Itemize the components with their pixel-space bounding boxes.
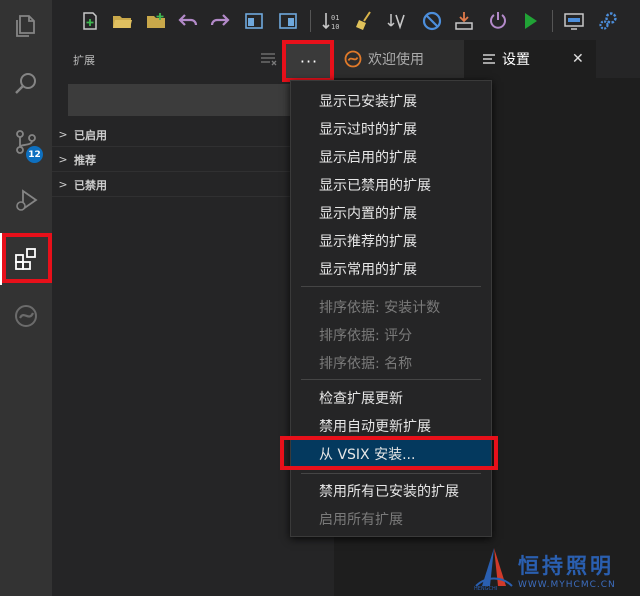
clear-list-icon[interactable] <box>260 51 278 67</box>
menu-item-show-enabled[interactable]: 显示启用的扩展 <box>291 143 491 171</box>
menu-separator <box>301 286 481 287</box>
run-debug-button[interactable] <box>0 174 52 226</box>
download-button[interactable] <box>452 9 476 33</box>
menu-item-show-recommended[interactable]: 显示推荐的扩展 <box>291 227 491 255</box>
menu-separator <box>301 379 481 380</box>
menu-item-disable-all-installed[interactable]: 禁用所有已安装的扩展 <box>291 477 491 505</box>
undo-icon <box>178 14 198 26</box>
redo-button[interactable] <box>208 9 232 33</box>
tab-settings[interactable]: 设置 ✕ <box>464 40 596 78</box>
sort-button[interactable]: 01 10 <box>320 9 344 33</box>
activity-bar: 12 <box>0 0 52 596</box>
toolbar-separator <box>310 10 311 32</box>
open-folder-icon <box>113 16 132 28</box>
menu-item-show-outdated[interactable]: 显示过时的扩展 <box>291 115 491 143</box>
watermark-name: 恒持照明 <box>518 553 614 578</box>
svg-text:01: 01 <box>331 14 339 22</box>
sidebar-title: 扩展 <box>73 54 95 67</box>
run-debug-icon <box>16 189 38 211</box>
tab-label: 设置 <box>502 52 530 68</box>
files-icon <box>16 15 35 37</box>
menu-item-sort-install-count: 排序依据: 安装计数 <box>319 300 441 316</box>
search-button[interactable] <box>0 58 52 110</box>
broom-icon <box>356 11 371 30</box>
toolbar: 01 10 <box>52 0 640 42</box>
window-left-button[interactable] <box>242 9 266 33</box>
settings-gears-button[interactable] <box>596 9 620 33</box>
tab-welcome[interactable]: 欢迎使用 <box>334 40 464 78</box>
remote-icon <box>15 305 37 327</box>
window-icon <box>245 13 263 29</box>
section-label: 已启用 <box>74 128 107 142</box>
window-icon <box>279 13 297 29</box>
search-icon <box>15 73 36 94</box>
extensions-highlight <box>2 233 52 283</box>
menu-item-show-installed[interactable]: 显示已安装扩展 <box>291 87 491 115</box>
new-file-icon <box>83 12 97 30</box>
power-icon <box>490 12 506 29</box>
toolbar-separator <box>552 10 553 32</box>
watermark: 恒持照明 HENGCHI WWW.MYHCMC.CN <box>470 546 640 596</box>
install-vsix-highlight <box>280 436 498 470</box>
gears-icon <box>599 12 617 30</box>
tab-label: 欢迎使用 <box>368 52 424 68</box>
tab-bar-empty <box>596 40 640 78</box>
watermark-url: WWW.MYHCMC.CN <box>518 580 616 590</box>
menu-item-sort-name: 排序依据: 名称 <box>319 356 413 372</box>
scm-badge: 12 <box>26 146 43 163</box>
window-right-button[interactable] <box>276 9 300 33</box>
monitor-icon <box>564 13 584 30</box>
new-folder-button[interactable] <box>144 9 168 33</box>
menu-item-sort-rating: 排序依据: 评分 <box>319 328 413 344</box>
more-actions-highlight <box>282 40 334 82</box>
open-folder-button[interactable] <box>110 9 134 33</box>
extensions-search-input[interactable] <box>68 84 318 116</box>
clean-button[interactable] <box>352 9 376 33</box>
section-label: 已禁用 <box>74 178 107 192</box>
download-icon <box>455 12 473 30</box>
svg-text:10: 10 <box>331 23 339 31</box>
redo-icon <box>210 14 230 26</box>
explorer-button[interactable] <box>0 0 52 52</box>
no-entry-icon <box>422 11 442 31</box>
section-label: 推荐 <box>74 153 96 167</box>
serial-monitor-button[interactable] <box>562 9 586 33</box>
remote-button[interactable] <box>0 290 52 342</box>
power-button[interactable] <box>486 9 510 33</box>
menu-separator <box>301 473 481 474</box>
watermark-brand: HENGCHI <box>474 586 498 592</box>
source-control-button[interactable]: 12 <box>0 116 52 168</box>
chevron-right-icon: > <box>58 153 68 166</box>
menu-item-show-popular[interactable]: 显示常用的扩展 <box>291 255 491 283</box>
run-button[interactable] <box>518 9 542 33</box>
new-file-button[interactable] <box>78 9 102 33</box>
menu-item-enable-all: 启用所有扩展 <box>319 512 403 528</box>
welcome-icon <box>344 50 362 68</box>
undo-button[interactable] <box>176 9 200 33</box>
play-icon <box>525 13 537 29</box>
menu-item-show-builtin[interactable]: 显示内置的扩展 <box>291 199 491 227</box>
compile-button[interactable] <box>386 9 410 33</box>
stop-button[interactable] <box>420 9 444 33</box>
settings-list-icon <box>483 54 495 64</box>
compile-icon <box>387 14 405 30</box>
chevron-right-icon: > <box>58 128 68 141</box>
menu-item-check-updates[interactable]: 检查扩展更新 <box>291 384 491 412</box>
menu-item-show-disabled[interactable]: 显示已禁用的扩展 <box>291 171 491 199</box>
chevron-right-icon: > <box>58 178 68 191</box>
new-folder-icon <box>147 13 165 28</box>
sort-icon: 0110 <box>322 13 339 31</box>
close-icon[interactable]: ✕ <box>572 51 584 67</box>
